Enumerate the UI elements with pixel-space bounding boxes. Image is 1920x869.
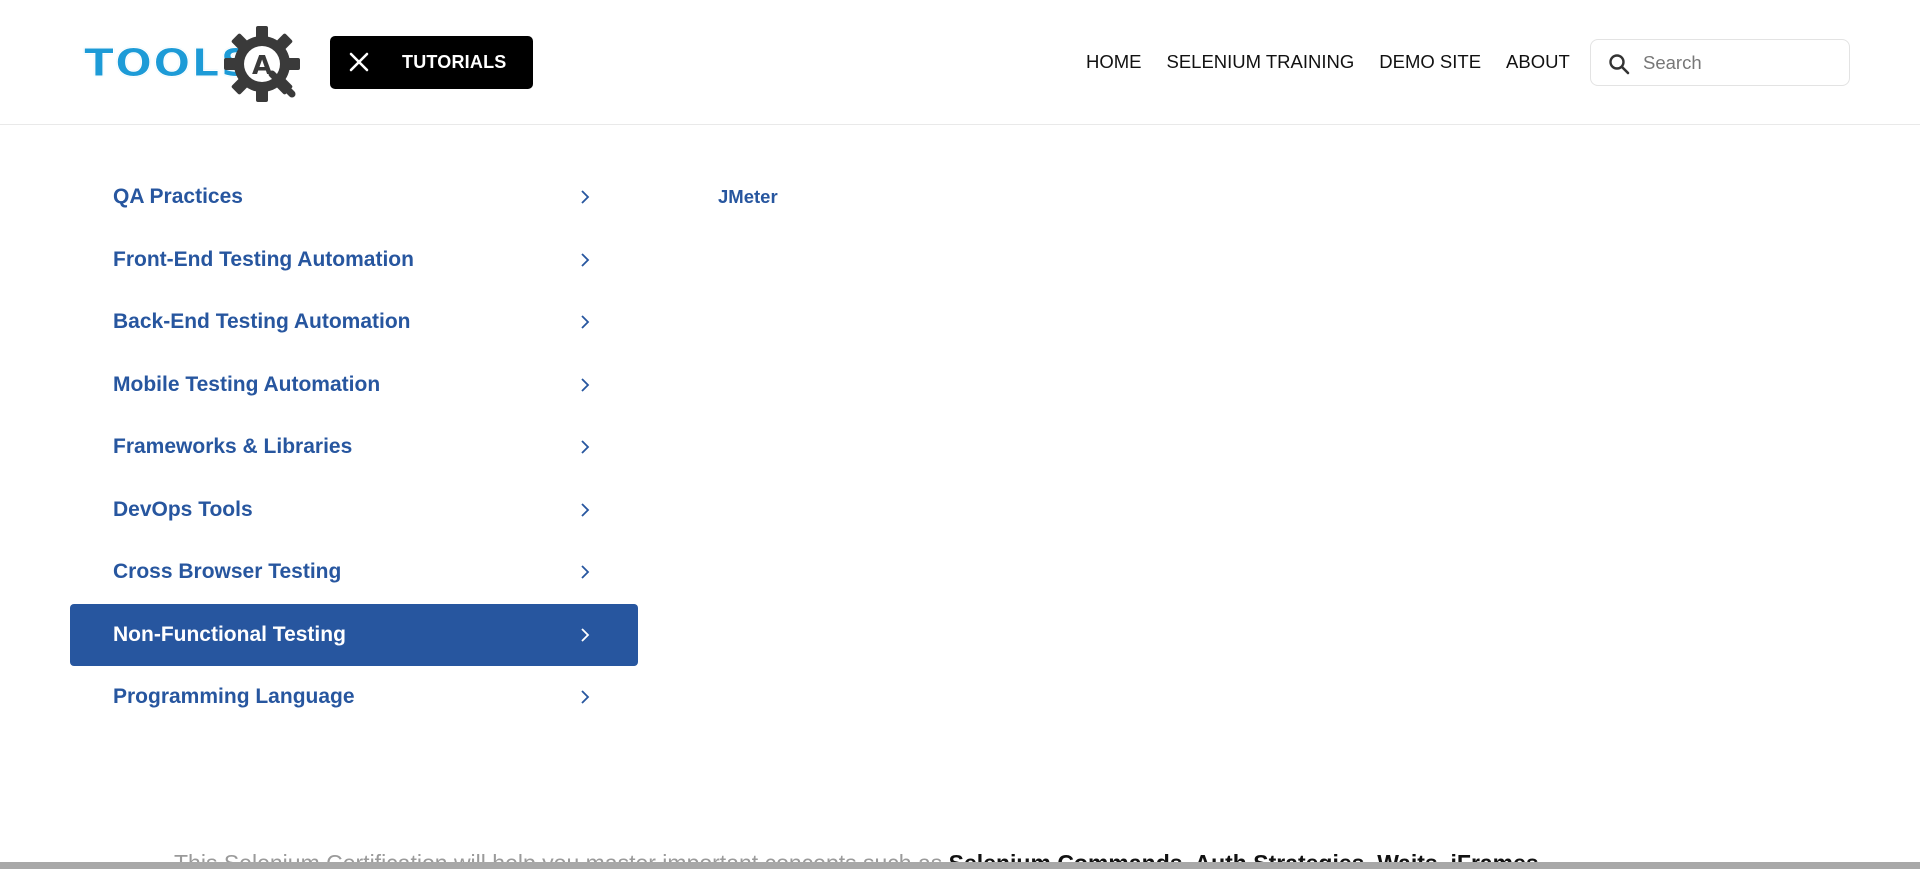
chevron-right-icon (581, 565, 590, 579)
menu-item-qa-practices[interactable]: QA Practices (70, 166, 638, 229)
background-page-text: This Selenium Certification will help yo… (174, 840, 1545, 862)
close-icon (349, 52, 369, 72)
logo-badge-letter: A (252, 51, 272, 81)
search-icon[interactable] (1607, 52, 1631, 76)
menu-item-frameworks-libraries[interactable]: Frameworks & Libraries (70, 416, 638, 479)
menu-item-label: DevOps Tools (113, 497, 253, 521)
menu-item-label: Non-Functional Testing (113, 622, 346, 646)
background-text-start: This Selenium Certification will help yo… (174, 850, 949, 862)
submenu-item-jmeter[interactable]: JMeter (718, 186, 778, 207)
background-text-bold: Selenium Commands, Auth Strategies, Wait… (949, 850, 1545, 862)
nav-about-link[interactable]: ABOUT (1506, 51, 1570, 73)
menu-item-non-functional-testing[interactable]: Non-Functional Testing (70, 603, 638, 666)
chevron-right-icon (581, 690, 590, 704)
chevron-right-icon (581, 190, 590, 204)
menu-item-front-end-testing-automation[interactable]: Front-End Testing Automation (70, 229, 638, 292)
menu-item-label: Back-End Testing Automation (113, 310, 411, 333)
menu-item-programming-language[interactable]: Programming Language (70, 666, 638, 729)
chevron-right-icon (581, 627, 590, 642)
overlay-bottom-bar (0, 862, 1920, 869)
tutorials-label: TUTORIALS (402, 52, 507, 72)
tutorials-category-menu: QA Practices Front-End Testing Automatio… (70, 166, 638, 729)
nav-home-link[interactable]: HOME (1086, 51, 1142, 73)
menu-item-devops-tools[interactable]: DevOps Tools (70, 479, 638, 542)
chevron-right-icon (581, 440, 590, 454)
menu-item-back-end-testing-automation[interactable]: Back-End Testing Automation (70, 291, 638, 354)
nav-selenium-training-link[interactable]: SELENIUM TRAINING (1167, 51, 1355, 73)
site-header: TOOLS A TUTORIALS HOME SELENIUM TRAINING… (0, 0, 1920, 125)
toolsqa-logo[interactable]: TOOLS A (83, 24, 300, 102)
gear-icon: A (224, 26, 300, 102)
menu-item-cross-browser-testing[interactable]: Cross Browser Testing (70, 541, 638, 604)
menu-item-label: Cross Browser Testing (113, 560, 342, 583)
search-box (1590, 39, 1850, 86)
menu-item-label: QA Practices (113, 185, 243, 208)
chevron-right-icon (581, 315, 590, 329)
search-input[interactable] (1641, 48, 1837, 78)
chevron-right-icon (581, 502, 590, 517)
menu-item-label: Frameworks & Libraries (113, 435, 353, 458)
menu-item-mobile-testing-automation[interactable]: Mobile Testing Automation (70, 354, 638, 417)
chevron-right-icon (581, 252, 590, 267)
menu-item-label: Front-End Testing Automation (113, 247, 414, 271)
tutorials-toggle-button[interactable]: TUTORIALS (330, 36, 533, 89)
menu-item-label: Mobile Testing Automation (113, 372, 381, 396)
menu-item-label: Programming Language (113, 685, 355, 708)
top-navigation: HOME SELENIUM TRAINING DEMO SITE ABOUT (1086, 51, 1595, 73)
nav-demo-site-link[interactable]: DEMO SITE (1379, 51, 1481, 73)
chevron-right-icon (581, 377, 590, 392)
submenu-non-functional-testing: JMeter (718, 186, 778, 208)
